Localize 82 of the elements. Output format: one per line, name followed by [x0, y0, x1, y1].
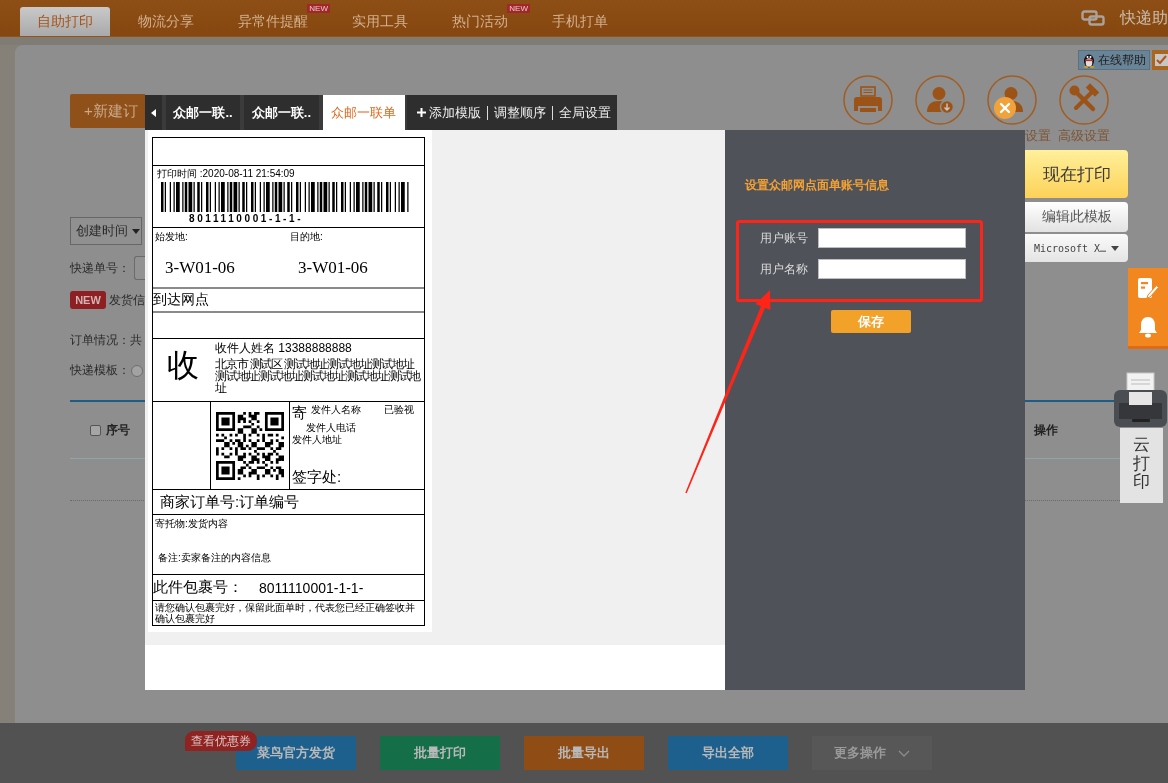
origin-label: 始发地:	[154, 230, 189, 243]
template-label: 快递模板：	[70, 362, 130, 379]
notice-text: 请您确认包裹完好，保留此面单时，代表您已经正确签收并确认包裹完好	[155, 602, 416, 624]
contents-text: 寄托物:发货内容	[155, 518, 229, 530]
form-title: 设置众邮网点面单账号信息	[745, 178, 889, 192]
nav-tab[interactable]: 异常件提醒 NEW	[216, 7, 330, 36]
recipient-address: 北京市 测试区 测试地址测试地址测试地址测试地址测试地址测试地址测试地址测试地址	[215, 358, 421, 394]
scroll-left-button[interactable]	[145, 95, 162, 130]
barcode-number: 8011110001-1-1-	[189, 212, 305, 225]
sender-phone: 发件人电话	[306, 422, 357, 434]
tracking-label: 快递单号：	[70, 259, 130, 277]
destination-code: 3-W01-06	[298, 258, 369, 278]
tools-icon[interactable]	[1059, 75, 1109, 125]
recipient-mark: 收	[166, 347, 199, 385]
template-tab[interactable]: 众邮一联单	[322, 95, 405, 130]
input-field[interactable]	[134, 256, 145, 280]
tool-label: 设置	[1025, 128, 1051, 143]
action-button[interactable]: 批量导出	[524, 736, 644, 770]
remark-text: 备注:卖家备注的内容信息	[157, 552, 272, 564]
plus-icon	[417, 108, 426, 117]
nav-tab[interactable]: 自助打印	[20, 7, 110, 36]
coupon-badge[interactable]: 查看优惠券	[185, 731, 257, 751]
new-badge: NEW	[507, 4, 530, 13]
nav-tab[interactable]: 物流分享	[116, 7, 216, 36]
field-label: 用户名称	[760, 260, 808, 278]
template-tab[interactable]: 众邮一联..	[244, 95, 319, 130]
print-now-button[interactable]: 现在打印	[1025, 150, 1128, 198]
bell-icon[interactable]	[1138, 315, 1158, 338]
column-header: 操作	[1034, 421, 1058, 439]
printer-select[interactable]: Microsoft X…	[1025, 234, 1128, 262]
action-button[interactable]: 批量打印	[380, 736, 500, 770]
radio-button[interactable]	[131, 364, 143, 377]
inspection-mark: 已验视	[384, 404, 414, 416]
tab-action-link[interactable]: 调整顺序	[488, 95, 552, 130]
action-button[interactable]: 导出全部	[668, 736, 788, 770]
template-tab[interactable]: 众邮一联..	[165, 95, 241, 130]
penguin-icon	[1082, 52, 1096, 68]
qr-code-drawing	[216, 411, 284, 480]
package-label: 此件包裹号：	[153, 578, 243, 597]
recipient-name: 收件人姓名 13388888888	[215, 341, 353, 356]
package-number: 8011110001-1-1-	[259, 579, 364, 596]
print-time: 打印时间 :2020-08-11 21:54:09	[157, 168, 296, 180]
checkbox[interactable]	[90, 424, 101, 436]
edit-template-button[interactable]: 编辑此模板	[1025, 202, 1128, 232]
new-order-button[interactable]: +新建订	[70, 94, 145, 128]
caret-icon	[1111, 245, 1120, 251]
new-badge: NEW	[70, 291, 106, 309]
chevron-down-icon	[898, 749, 910, 757]
edit-note-icon[interactable]	[1137, 276, 1159, 299]
sort-select[interactable]: 创建时间	[70, 217, 142, 245]
signature-label: 签字处:	[292, 468, 343, 486]
destination-label: 目的地:	[289, 230, 324, 243]
nav-tab[interactable]: 热门活动 NEW	[430, 7, 530, 36]
tab-action-link[interactable]: 全局设置	[553, 95, 617, 130]
input-field[interactable]	[818, 228, 966, 248]
nav-tab[interactable]: 手机打单	[530, 7, 630, 36]
shipping-notice-text: 发货信	[109, 291, 145, 309]
add-template-button[interactable]: 添加模版	[411, 95, 487, 130]
arrival-outlet: 到达网点	[153, 291, 209, 309]
column-header: 序号	[106, 421, 130, 439]
help-button[interactable]: 在线帮助	[1078, 50, 1150, 70]
user-download-icon[interactable]	[915, 75, 965, 125]
sender-mark: 寄	[292, 404, 307, 422]
caret-icon	[132, 228, 140, 234]
sender-address: 发件人地址	[292, 434, 343, 446]
tool-label: 高级设置	[1058, 128, 1110, 143]
cloud-print-button[interactable]: 云打印	[1120, 428, 1163, 503]
input-field[interactable]	[818, 259, 966, 279]
new-badge: NEW	[307, 4, 330, 13]
brand-name: 快递助	[1120, 7, 1168, 28]
close-icon	[999, 102, 1011, 114]
logo-icon	[1081, 10, 1105, 26]
merchant-order: 商家订单号:订单编号	[160, 492, 300, 512]
field-label: 用户账号	[760, 229, 808, 247]
check-icon	[1152, 50, 1168, 70]
more-actions-dropdown[interactable]: 更多操作	[812, 736, 932, 770]
origin-code: 3-W01-06	[165, 258, 236, 278]
order-summary: 订单情况：共	[70, 332, 142, 349]
left-caret-icon	[150, 108, 156, 117]
sender-name: 发件人名称	[311, 404, 361, 416]
nav-tab[interactable]: 实用工具	[330, 7, 430, 36]
printer-icon[interactable]	[1113, 372, 1168, 428]
